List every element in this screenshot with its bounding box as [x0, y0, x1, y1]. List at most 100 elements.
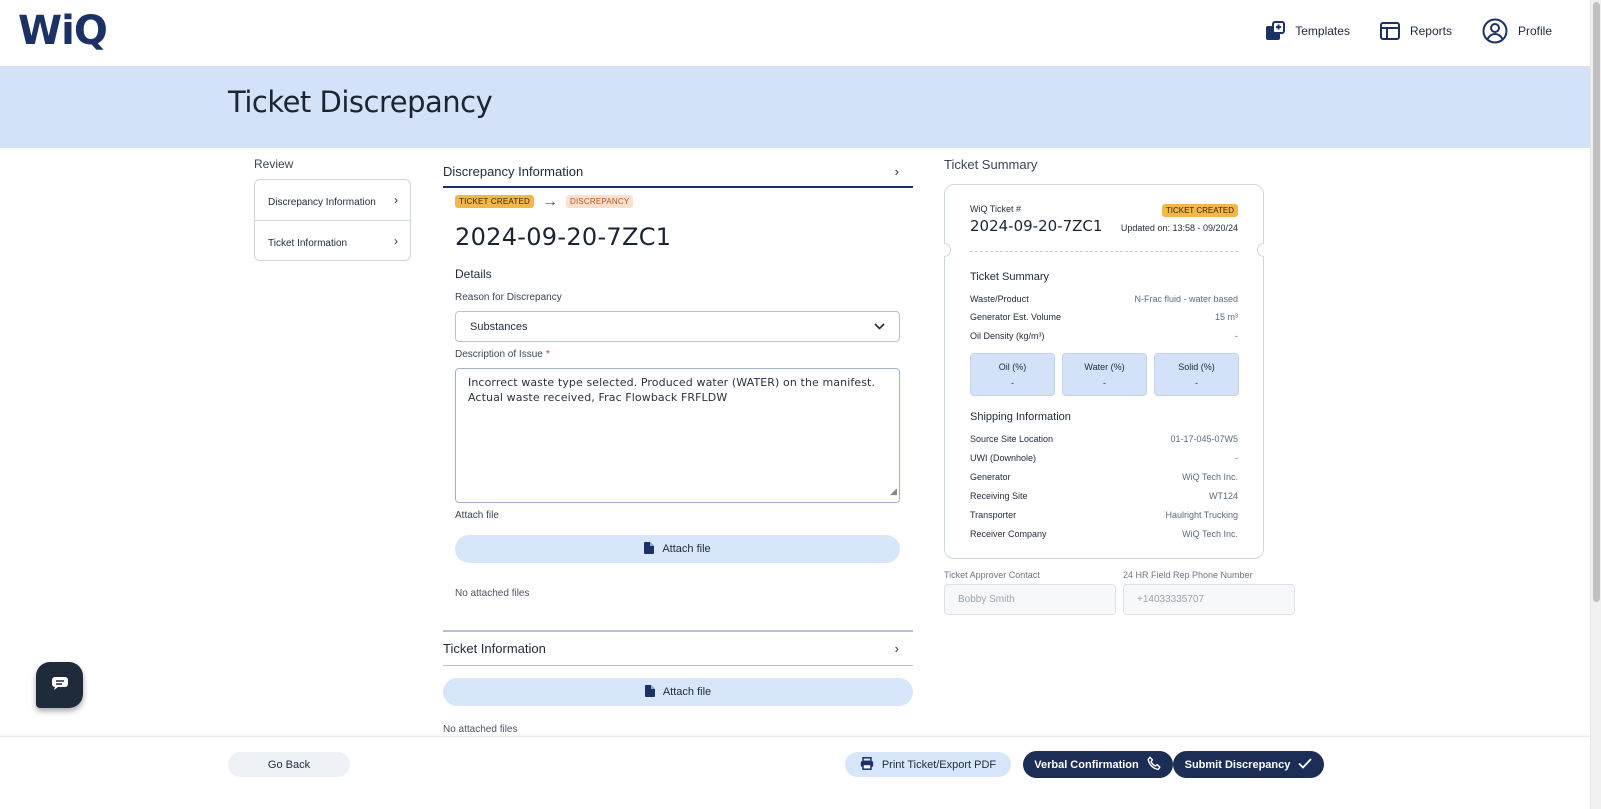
summary-row: Waste/Product N-Frac fluid - water based — [970, 294, 1238, 304]
verbal-confirmation-label: Verbal Confirmation — [1034, 758, 1139, 771]
attach-file-label: Attach file — [455, 510, 499, 521]
profile-icon — [1482, 18, 1508, 44]
nav-reports-label: Reports — [1409, 24, 1452, 38]
file-icon — [644, 684, 655, 700]
shipping-row: Transporter Haulright Trucking — [970, 510, 1238, 520]
shipping-section-heading: Shipping Information — [970, 411, 1071, 423]
attach-file-button[interactable]: Attach file — [455, 535, 900, 563]
status-badge-discrepancy: DISCREPANCY — [565, 195, 634, 208]
ticket-information-section-header[interactable]: Ticket Information › — [443, 630, 913, 666]
review-title: Review — [254, 157, 294, 171]
review-nav: Discrepancy Information › Ticket Informa… — [254, 179, 411, 261]
status-flow: TICKET CREATED → DISCREPANCY — [455, 193, 634, 209]
page-title: Ticket Discrepancy — [228, 85, 493, 119]
resize-handle-icon[interactable]: ◢ — [890, 485, 897, 500]
solid-percent-box: Solid (%) - — [1154, 353, 1239, 396]
ticket-info-no-attached-files: No attached files — [443, 724, 518, 735]
shipping-row: Receiving Site WT124 — [970, 491, 1238, 501]
reason-label: Reason for Discrepancy — [455, 292, 562, 303]
composition-row: Oil (%) - Water (%) - Solid (%) - — [970, 353, 1239, 396]
review-item-ticket-information[interactable]: Ticket Information › — [255, 220, 410, 260]
chevron-right-icon: › — [894, 641, 899, 656]
top-nav: Templates Reports Profile — [1265, 18, 1552, 44]
check-icon — [1298, 757, 1313, 772]
shipping-row-key: Receiver Company — [970, 529, 1047, 539]
chat-icon — [51, 676, 69, 695]
wiq-ticket-label: WiQ Ticket # — [970, 204, 1022, 214]
ticket-summary-title: Ticket Summary — [944, 157, 1038, 172]
card-notch — [944, 243, 951, 257]
print-ticket-button[interactable]: Print Ticket/Export PDF — [845, 752, 1011, 777]
chat-button[interactable] — [36, 662, 83, 708]
nav-templates-label: Templates — [1295, 24, 1350, 38]
shipping-row-key: Generator — [970, 472, 1011, 482]
nav-profile[interactable]: Profile — [1482, 18, 1552, 44]
summary-row-value: 15 m³ — [1214, 312, 1238, 322]
page-scrollbar[interactable] — [1590, 0, 1601, 809]
review-item-label: Ticket Information — [268, 237, 348, 249]
water-percent-box: Water (%) - — [1062, 353, 1147, 396]
summary-section-heading: Ticket Summary — [970, 271, 1050, 283]
shipping-row-key: Receiving Site — [970, 491, 1028, 501]
discrepancy-section-header[interactable]: Discrepancy Information › — [443, 157, 913, 188]
summary-row: Generator Est. Volume 15 m³ — [970, 312, 1238, 322]
submit-discrepancy-button[interactable]: Submit Discrepancy — [1173, 751, 1324, 778]
print-ticket-button-label: Print Ticket/Export PDF — [881, 758, 997, 771]
scrollbar-thumb[interactable] — [1593, 2, 1600, 602]
review-item-label: Discrepancy Information — [268, 197, 376, 208]
required-marker: * — [545, 349, 550, 360]
chevron-right-icon: › — [394, 233, 398, 248]
ticket-summary-card: WiQ Ticket # TICKET CREATED 2024-09-20-7… — [944, 184, 1264, 559]
file-icon — [644, 541, 655, 557]
submit-discrepancy-label: Submit Discrepancy — [1184, 758, 1291, 771]
percent-label: Oil (%) — [998, 361, 1027, 372]
top-bar: WiQ Templates Reports Profile — [0, 0, 1590, 67]
shipping-row-value: Haulright Trucking — [1165, 510, 1238, 520]
attach-file-button-label: Attach file — [662, 543, 711, 555]
ticket-number: 2024-09-20-7ZC1 — [455, 223, 672, 251]
description-textarea[interactable]: Incorrect waste type selected. Produced … — [455, 368, 900, 503]
nav-templates[interactable]: Templates — [1265, 21, 1350, 41]
shipping-row: Generator WiQ Tech Inc. — [970, 472, 1238, 482]
no-attached-files: No attached files — [455, 588, 530, 599]
attach-file-button-label: Attach file — [662, 686, 712, 698]
shipping-row: Source Site Location 01-17-045-07W5 — [970, 434, 1238, 444]
nav-profile-label: Profile — [1517, 24, 1552, 38]
summary-row-value: N-Frac fluid - water based — [1134, 294, 1238, 304]
phone-icon — [1147, 756, 1162, 774]
shipping-row-value: WiQ Tech Inc. — [1182, 472, 1238, 482]
percent-value: - — [1011, 377, 1014, 388]
discrepancy-section-title: Discrepancy Information — [443, 164, 584, 179]
approver-contact-field[interactable]: Bobby Smith — [944, 584, 1116, 615]
summary-row: Oil Density (kg/m³) - — [970, 331, 1238, 341]
chevron-down-icon — [874, 321, 885, 333]
review-item-discrepancy-information[interactable]: Discrepancy Information › — [255, 180, 410, 220]
verbal-confirmation-button[interactable]: Verbal Confirmation — [1023, 751, 1173, 778]
ticket-information-section-title: Ticket Information — [443, 641, 546, 656]
approver-contact-label: Ticket Approver Contact — [944, 570, 1040, 580]
reason-select[interactable]: Substances — [455, 311, 900, 342]
oil-percent-box: Oil (%) - — [970, 353, 1055, 396]
divider — [970, 251, 1238, 252]
nav-reports[interactable]: Reports — [1379, 22, 1452, 40]
updated-timestamp: Updated on: 13:58 - 09/20/24 — [1120, 223, 1238, 233]
ticket-info-attach-file-button[interactable]: Attach file — [443, 678, 913, 706]
reason-select-value: Substances — [470, 320, 528, 333]
percent-label: Solid (%) — [1178, 361, 1215, 372]
footer-bar: Go Back Print Ticket/Export PDF Verbal C… — [0, 736, 1590, 809]
wiq-logo[interactable]: WiQ — [18, 8, 108, 54]
shipping-row: UWI (Downhole) - — [970, 453, 1238, 463]
summary-ticket-number: 2024-09-20-7ZC1 — [970, 217, 1103, 235]
description-label: Description of Issue — [455, 349, 543, 360]
status-badge: TICKET CREATED — [1161, 204, 1238, 217]
shipping-row-key: UWI (Downhole) — [970, 453, 1037, 463]
reports-icon — [1379, 22, 1400, 40]
chevron-right-icon: › — [394, 193, 398, 207]
chevron-right-icon: › — [894, 164, 899, 179]
go-back-button[interactable]: Go Back — [228, 752, 350, 777]
summary-row-key: Waste/Product — [970, 294, 1029, 304]
shipping-row-value: WiQ Tech Inc. — [1182, 529, 1238, 539]
field-rep-phone-field[interactable]: +14033335707 — [1123, 584, 1295, 615]
shipping-row-key: Transporter — [970, 510, 1017, 520]
card-notch — [1257, 243, 1264, 257]
